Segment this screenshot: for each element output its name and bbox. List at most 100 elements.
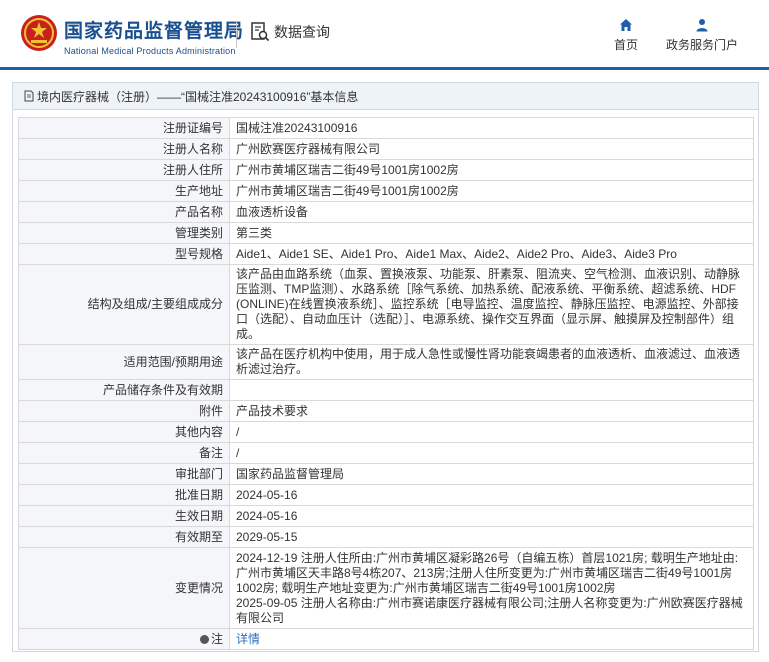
field-value-text: 广州欧赛医疗器械有限公司 <box>236 141 381 156</box>
field-value: 广州市黄埔区瑞吉二街49号1001房1002房 <box>229 159 754 181</box>
header-divider <box>236 22 237 48</box>
field-label: 管理类别 <box>18 222 230 244</box>
field-label-text: 生产地址 <box>174 183 223 198</box>
table-row: 适用范围/预期用途 该产品在医疗机构中使用，用于成人急性或慢性肾功能衰竭患者的血液… <box>18 344 754 380</box>
field-value: 2024-12-19 注册人住所由:广州市黄埔区凝彩路26号（自编五栋）首层10… <box>229 547 754 629</box>
field-label-text: 生效日期 <box>174 508 223 523</box>
field-label-text: 有效期至 <box>174 529 223 544</box>
field-label-text: 注册人名称 <box>162 141 223 156</box>
brand-subtitle: National Medical Products Administration <box>64 46 236 56</box>
field-label: 备注 <box>18 442 230 464</box>
field-value-text: 2024-05-16 <box>236 508 298 523</box>
field-value <box>229 379 754 401</box>
breadcrumb-text: 境内医疗器械（注册）——“国械注准20243100916”基本信息 <box>37 89 359 104</box>
note-bullet-icon <box>199 634 209 644</box>
field-value-text: 该产品由血路系统（血泵、置换液泵、功能泵、肝素泵、阻流夹、空气检测、血液识别、动… <box>236 267 741 341</box>
field-label: 其他内容 <box>18 421 230 443</box>
table-row: 备注 / <box>18 442 754 464</box>
field-label-text: 备注 <box>198 445 223 460</box>
field-value: 广州市黄埔区瑞吉二街49号1001房1002房 <box>229 180 754 202</box>
table-row: 生产地址 广州市黄埔区瑞吉二街49号1001房1002房 <box>18 180 754 202</box>
field-value-text: 2029-05-15 <box>236 529 298 544</box>
field-value-text: 产品技术要求 <box>236 403 309 418</box>
field-value: 该产品由血路系统（血泵、置换液泵、功能泵、肝素泵、阻流夹、空气检测、血液识别、动… <box>229 264 754 345</box>
field-label: 注 <box>18 628 230 650</box>
record-table: 注册证编号 国械注准20243100916 注册人名称 广州欧赛医疗器械有限公司 注册人… <box>18 117 754 650</box>
field-label: 型号规格 <box>18 243 230 265</box>
field-label-text: 管理类别 <box>174 225 223 240</box>
field-label: 审批部门 <box>18 463 230 485</box>
nav-home-label: 首页 <box>613 38 638 52</box>
field-label: 批准日期 <box>18 484 230 506</box>
table-row: 注册人名称 广州欧赛医疗器械有限公司 <box>18 138 754 160</box>
field-label: 生产地址 <box>18 180 230 202</box>
field-label: 变更情况 <box>18 547 230 629</box>
field-value: 广州欧赛医疗器械有限公司 <box>229 138 754 160</box>
breadcrumb: 境内医疗器械（注册）——“国械注准20243100916”基本信息 <box>13 83 758 110</box>
user-icon <box>696 19 708 32</box>
field-label: 结构及组成/主要组成成分 <box>18 264 230 345</box>
table-row: 产品名称 血液透析设备 <box>18 201 754 223</box>
field-value-text: Aide1、Aide1 SE、Aide1 Pro、Aide1 Max、Aide2… <box>236 246 677 261</box>
field-value-text: 血液透析设备 <box>236 204 309 219</box>
field-label-text: 变更情况 <box>174 580 223 595</box>
table-row: 结构及组成/主要组成成分 该产品由血路系统（血泵、置换液泵、功能泵、肝素泵、阻流夹… <box>18 264 754 345</box>
field-label: 生效日期 <box>18 505 230 527</box>
field-value: 2024-05-16 <box>229 505 754 527</box>
field-value-text: 广州市黄埔区瑞吉二街49号1001房1002房 <box>236 162 459 177</box>
data-query-label: 数据查询 <box>274 24 330 40</box>
site-header: 国家药品监督管理局 National Medical Products Admi… <box>0 0 769 70</box>
field-value-text: / <box>236 445 240 460</box>
table-row: 其他内容 / <box>18 421 754 443</box>
brand[interactable]: 国家药品监督管理局 National Medical Products Admi… <box>64 16 244 56</box>
table-row: 变更情况 2024-12-19 注册人住所由:广州市黄埔区凝彩路26号（自编五栋）… <box>18 547 754 629</box>
field-label-text: 型号规格 <box>174 246 223 261</box>
field-value-text: 第三类 <box>236 225 273 240</box>
field-value-text: 国械注准20243100916 <box>236 120 358 135</box>
table-row: 审批部门 国家药品监督管理局 <box>18 463 754 485</box>
field-value: 产品技术要求 <box>229 400 754 422</box>
field-value: / <box>229 421 754 443</box>
field-value: 血液透析设备 <box>229 201 754 223</box>
table-row: 注册证编号 国械注准20243100916 <box>18 117 754 139</box>
field-value: 国械注准20243100916 <box>229 117 754 139</box>
field-value: 该产品在医疗机构中使用，用于成人急性或慢性肾功能衰竭患者的血液透析、血液滤过、血… <box>229 344 754 380</box>
field-label-text: 产品名称 <box>174 204 223 219</box>
field-label-text: 注 <box>210 631 223 646</box>
table-row: 生效日期 2024-05-16 <box>18 505 754 527</box>
field-label-text: 注册人住所 <box>162 162 223 177</box>
table-row: 型号规格 Aide1、Aide1 SE、Aide1 Pro、Aide1 Max、A… <box>18 243 754 265</box>
field-value: 2024-05-16 <box>229 484 754 506</box>
national-emblem-icon <box>21 15 57 51</box>
details-link[interactable]: 详情 <box>236 632 260 646</box>
nav-service-portal[interactable]: 政务服务门户 <box>664 18 740 53</box>
nav-home[interactable]: 首页 <box>612 18 640 53</box>
table-row: 附件 产品技术要求 <box>18 400 754 422</box>
home-icon <box>620 19 632 31</box>
field-label-text: 附件 <box>198 403 223 418</box>
field-value-text: 国家药品监督管理局 <box>236 466 345 481</box>
brand-title: 国家药品监督管理局 <box>64 21 245 42</box>
field-label-text: 结构及组成/主要组成成分 <box>87 297 223 311</box>
field-value-text: 该产品在医疗机构中使用，用于成人急性或慢性肾功能衰竭患者的血液透析、血液滤过、血… <box>236 347 741 376</box>
field-value-text: 广州市黄埔区瑞吉二街49号1001房1002房 <box>236 183 459 198</box>
field-value: 详情 <box>229 628 754 650</box>
detail-panel: 境内医疗器械（注册）——“国械注准20243100916”基本信息 注册证编号国… <box>12 82 759 652</box>
field-value: 第三类 <box>229 222 754 244</box>
table-row: 有效期至 2029-05-15 <box>18 526 754 548</box>
field-value: Aide1、Aide1 SE、Aide1 Pro、Aide1 Max、Aide2… <box>229 243 754 265</box>
field-value: 2029-05-15 <box>229 526 754 548</box>
document-search-icon <box>251 22 270 42</box>
data-query-link[interactable]: 数据查询 <box>250 22 330 42</box>
table-row: 注册人住所 广州市黄埔区瑞吉二街49号1001房1002房 <box>18 159 754 181</box>
field-label: 产品储存条件及有效期 <box>18 379 230 401</box>
nav-service-label: 政务服务门户 <box>665 38 738 52</box>
table-row: 管理类别 第三类 <box>18 222 754 244</box>
field-value-text: 2024-05-16 <box>236 487 298 502</box>
table-row: 产品储存条件及有效期 <box>18 379 754 401</box>
field-label-text: 产品储存条件及有效期 <box>102 382 223 397</box>
table-row: 注详情 <box>18 628 754 650</box>
field-value: / <box>229 442 754 464</box>
field-label: 注册证编号 <box>18 117 230 139</box>
field-value-text: 2024-12-19 注册人住所由:广州市黄埔区凝彩路26号（自编五栋）首层10… <box>236 550 743 625</box>
